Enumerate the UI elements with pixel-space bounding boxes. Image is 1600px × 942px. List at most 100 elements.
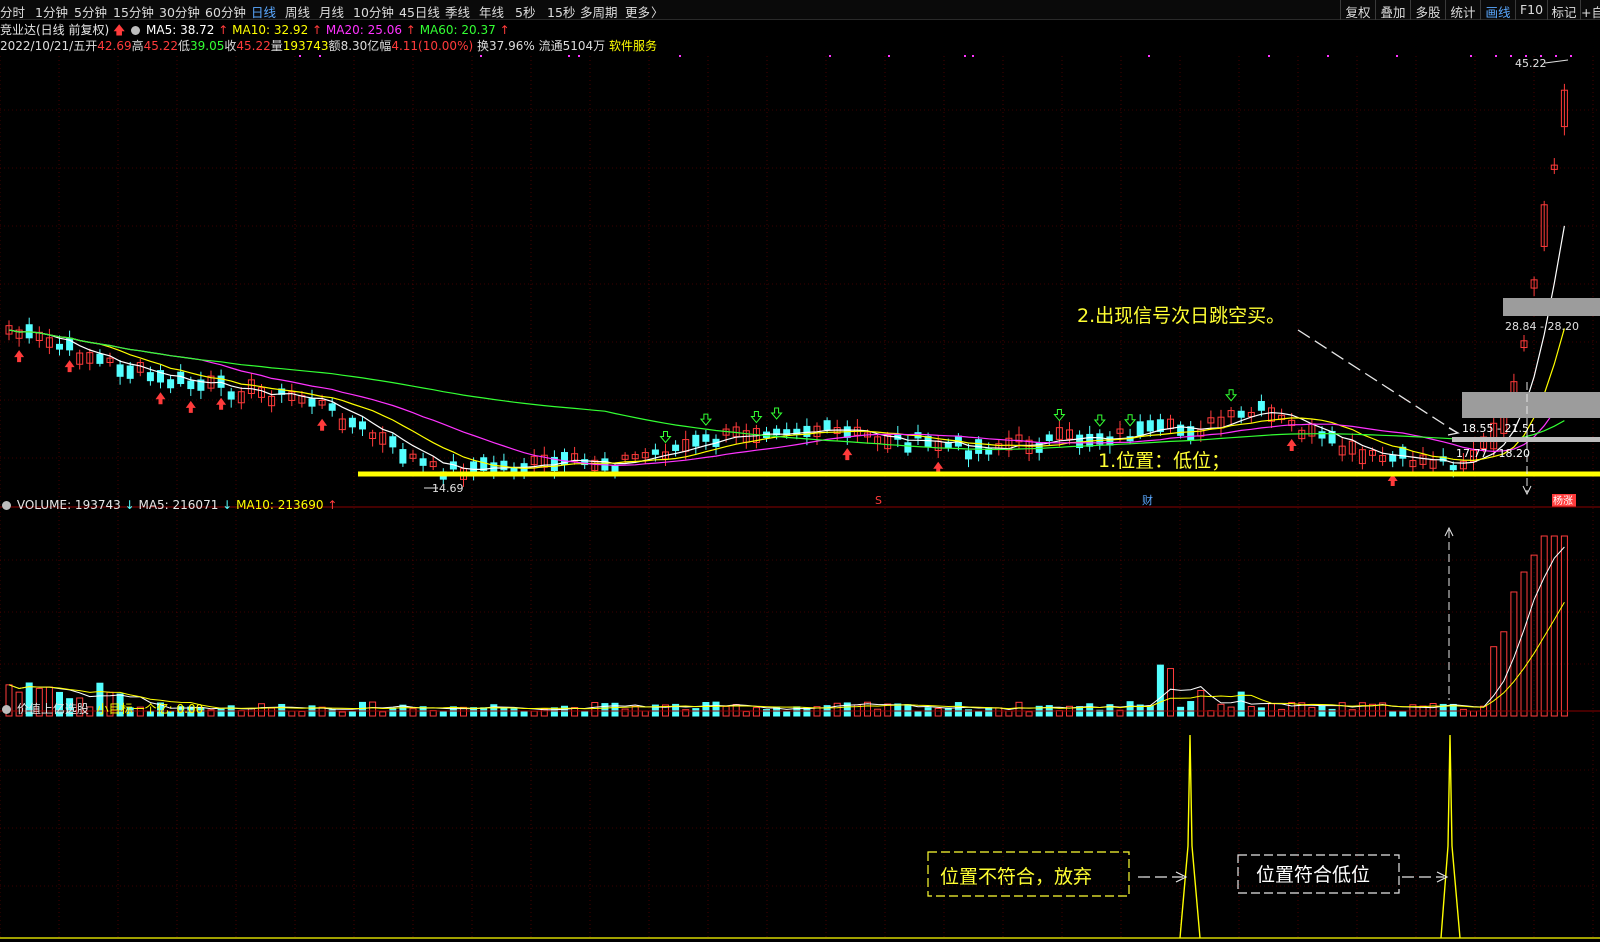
volume-bar xyxy=(1015,701,1023,717)
volume-bar xyxy=(268,707,276,717)
indicator-pane-toggle-icon[interactable] xyxy=(2,705,11,714)
volume-bar xyxy=(924,707,932,717)
candle-body xyxy=(348,417,356,428)
volume-bar xyxy=(1308,706,1316,717)
volume-bar xyxy=(1217,703,1225,717)
buy-arrow-icon xyxy=(317,418,328,431)
sell-arrow-icon xyxy=(1225,389,1238,402)
kline-chart[interactable]: 28.84 - 28.20 18.55 - 21.51 17.77 - 18.2… xyxy=(0,0,1600,942)
indicator-name: 价值上亿选股 xyxy=(16,702,89,716)
down-arrow-icon: ↓ xyxy=(222,498,233,512)
volume-bar xyxy=(1268,703,1275,717)
volume-bar xyxy=(1156,664,1164,717)
candle-body xyxy=(187,380,195,390)
volume-bar xyxy=(359,701,366,717)
candle-body xyxy=(1187,426,1195,441)
volume-value: VOLUME: 193743 xyxy=(16,498,121,512)
candle-body xyxy=(399,449,407,464)
volume-bar xyxy=(1005,710,1013,717)
buy-arrow-icon xyxy=(216,397,227,410)
volume-toggle-icon[interactable] xyxy=(2,501,11,510)
high-price-label: 45.22 xyxy=(1515,57,1547,70)
candle-body xyxy=(611,465,619,472)
volume-bar xyxy=(1429,703,1437,717)
volume-bar xyxy=(995,707,1003,717)
finance-marker[interactable]: 财 xyxy=(1142,493,1153,507)
volume-bar xyxy=(904,704,912,717)
volume-bar xyxy=(550,707,558,717)
sell-arrow-icon xyxy=(750,411,763,424)
buy-arrow-icon xyxy=(14,350,25,363)
volume-bar xyxy=(833,702,841,717)
volume-ma-line xyxy=(8,602,1565,710)
indicator-signal-spikes xyxy=(0,734,1600,939)
signal-dot xyxy=(1148,55,1150,57)
buy-arrow-icon xyxy=(1286,438,1297,451)
volume-ma5: MA5: 216071 xyxy=(138,498,219,512)
volume-bar xyxy=(369,701,377,717)
volume-bar xyxy=(1025,711,1033,717)
volume-bar xyxy=(348,710,356,717)
buy-arrow-icon xyxy=(64,360,75,373)
price-box-lower xyxy=(1452,437,1600,442)
signal-dot xyxy=(1327,55,1329,57)
candle-body xyxy=(823,420,831,431)
volume-bar xyxy=(954,702,962,717)
indicator-value: 小目标一个亿: 0.00 xyxy=(96,702,204,716)
signal-dot xyxy=(972,55,974,57)
candle-body xyxy=(1318,431,1326,439)
signal-dot xyxy=(964,55,966,57)
volume-bar xyxy=(1510,591,1518,717)
signal-dot xyxy=(888,55,890,57)
price-box-lower-label: 17.77 - 18.20 xyxy=(1456,447,1530,460)
volume-bar xyxy=(1086,703,1094,717)
volume-bar xyxy=(692,708,700,717)
volume-bar xyxy=(1530,554,1538,717)
volume-bar xyxy=(480,707,488,717)
volume-ma-lines xyxy=(8,546,1565,711)
volume-ma10: MA10: 213690 xyxy=(236,498,324,512)
indicator-spike xyxy=(1440,734,1461,939)
signal-dot xyxy=(1470,55,1472,57)
candle-body xyxy=(177,371,185,385)
volume-bar xyxy=(1187,701,1195,717)
volume-bar xyxy=(894,703,902,717)
volume-bar xyxy=(1358,702,1366,717)
volume-ma-line xyxy=(8,546,1565,711)
signal-dot xyxy=(1555,55,1557,57)
candlesticks xyxy=(5,83,1568,487)
volume-bar xyxy=(581,711,589,717)
candle-body xyxy=(1257,401,1265,411)
signal-dot xyxy=(568,55,570,57)
volume-bar xyxy=(389,707,397,717)
volume-bar xyxy=(1126,701,1134,717)
signal-pointer-line xyxy=(1297,329,1457,433)
volume-bar xyxy=(1490,646,1498,717)
volume-bar xyxy=(914,711,922,717)
volume-bar xyxy=(439,710,447,717)
ma-line xyxy=(8,329,1565,467)
volume-header: VOLUME: 193743 ↓ MA5: 216071 ↓ MA10: 213… xyxy=(0,498,337,512)
volume-bar xyxy=(1257,707,1265,717)
candle-body xyxy=(96,353,104,364)
candle-body xyxy=(1045,434,1053,442)
signal-dot xyxy=(1268,55,1270,57)
volume-bar xyxy=(1288,701,1296,717)
signal-dot xyxy=(1510,55,1512,57)
volume-bar xyxy=(500,707,508,717)
volume-bar xyxy=(247,708,255,717)
volume-bar xyxy=(1470,710,1477,717)
candle-body xyxy=(328,403,336,411)
candle-body xyxy=(1146,420,1154,432)
volume-bar xyxy=(510,708,518,717)
volume-bar xyxy=(1540,535,1548,717)
candle-body xyxy=(1389,454,1397,462)
s-marker[interactable]: S xyxy=(875,494,882,507)
sell-arrow-icon xyxy=(1124,414,1137,427)
volume-bar xyxy=(611,702,619,717)
volume-bar xyxy=(1459,708,1467,717)
volume-bar xyxy=(278,703,286,717)
signal-dot xyxy=(1495,55,1497,57)
signal-pointer-arrowhead xyxy=(1447,427,1460,436)
sell-arrow-icon xyxy=(1053,409,1066,422)
